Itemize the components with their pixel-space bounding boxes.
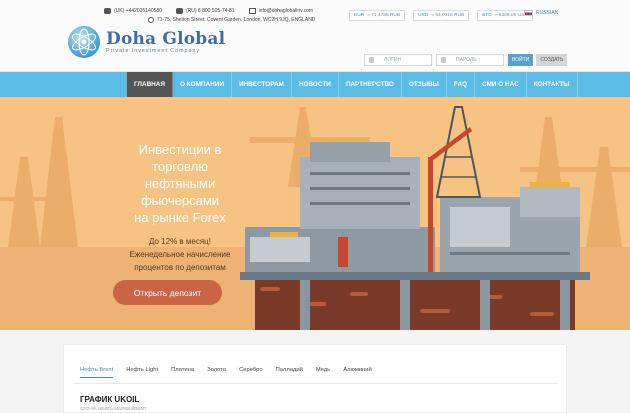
nav-item-partnership[interactable]: ПАРТНЕРСТВО (339, 72, 402, 97)
nav-item-contacts[interactable]: КОНТАКТЫ (527, 72, 578, 97)
location-pin-icon (148, 16, 154, 23)
register-button[interactable]: СОЗДАТЬ (536, 54, 568, 66)
user-icon (369, 57, 374, 63)
tab-copper[interactable]: Медь (316, 367, 330, 378)
commodity-tabs: Нефть Brent Нефть Light Платина Золото С… (80, 367, 385, 378)
nav-item-reviews[interactable]: ОТЗЫВЫ (402, 72, 447, 97)
nav-item-news[interactable]: НОВОСТИ (292, 72, 339, 97)
nav-item-investors[interactable]: ИНВЕСТОРАМ (232, 72, 292, 97)
rate-eur: EUR = 71,4785 RUB (349, 10, 406, 21)
login-input[interactable]: ЛОГИН (364, 54, 432, 66)
tab-gold[interactable]: Золото (207, 367, 226, 378)
logo[interactable]: Doha Global Private Investment Company (68, 26, 225, 58)
lock-icon (441, 57, 446, 63)
mail-icon (248, 7, 256, 14)
login-form: ЛОГИН ПАРОЛЬ ВОЙТИ СОЗДАТЬ (364, 54, 568, 66)
password-input[interactable]: ПАРОЛЬ (436, 54, 504, 66)
phone-icon (104, 7, 111, 14)
tab-aluminium[interactable]: Алюминий (343, 367, 371, 378)
nav-item-media[interactable]: СМИ О НАС (475, 72, 527, 97)
language-selector[interactable]: RUSSIAN (524, 10, 558, 16)
commodities-panel: Нефть Brent Нефть Light Платина Золото С… (63, 344, 567, 413)
login-button[interactable]: ВОЙТИ (508, 54, 534, 66)
phone-uk[interactable]: (UK) +442035140580 (104, 7, 162, 14)
rate-usd: USD = 64,0316 RUB (413, 10, 470, 21)
address: 71-75, Shelton Street, Covent Garden, Lo… (148, 16, 315, 23)
logo-name: Doha Global (106, 29, 226, 49)
contact-info: (UK) +442035140580 (RU) 8 800 505-74-81 … (104, 6, 329, 24)
tab-palladium[interactable]: Палладий (276, 367, 303, 378)
main-nav: ГЛАВНАЯ О КОМПАНИИ ИНВЕСТОРАМ НОВОСТИ ПА… (0, 72, 630, 97)
open-deposit-button[interactable]: Открыть депозит (113, 280, 222, 305)
hero-subtitle: До 12% в месяц! Еженедельное начисление … (129, 237, 231, 272)
hero-title: Инвестиции в торговлю нефтяными фьючерса… (134, 142, 226, 225)
email-link[interactable]: info@dohaglobalinv.com (248, 7, 313, 14)
chart-subtitle: CFD НА НЕФТЬ МАРКИ BRENT (80, 406, 147, 411)
oil-platform-illustration (0, 106, 630, 330)
hero-banner: Инвестиции в торговлю нефтяными фьючерса… (0, 97, 630, 330)
tabs-divider (74, 383, 558, 384)
tab-brent[interactable]: Нефть Brent (80, 367, 114, 378)
nav-item-home[interactable]: ГЛАВНАЯ (127, 72, 174, 97)
currency-rates: EUR = 71,4785 RUB USD = 64,0316 RUB BTC = 6… (349, 10, 541, 21)
nav-item-faq[interactable]: FAQ (447, 72, 476, 97)
phone-ru[interactable]: (RU) 8 800 505-74-81 (175, 7, 235, 14)
tab-light[interactable]: Нефть Light (126, 367, 158, 378)
hero-text: Инвестиции в торговлю нефтяными фьючерса… (110, 141, 250, 274)
atom-logo-icon (68, 26, 100, 58)
tab-silver[interactable]: Серебро (239, 367, 263, 378)
site-header: (UK) +442035140580 (RU) 8 800 505-74-81 … (0, 0, 630, 72)
nav-item-about[interactable]: О КОМПАНИИ (173, 72, 232, 97)
russia-flag-icon (524, 10, 533, 16)
chart-title: ГРАФИК UKOIL (80, 395, 140, 404)
phone-icon (175, 7, 183, 14)
tab-platinum[interactable]: Платина (171, 367, 194, 378)
